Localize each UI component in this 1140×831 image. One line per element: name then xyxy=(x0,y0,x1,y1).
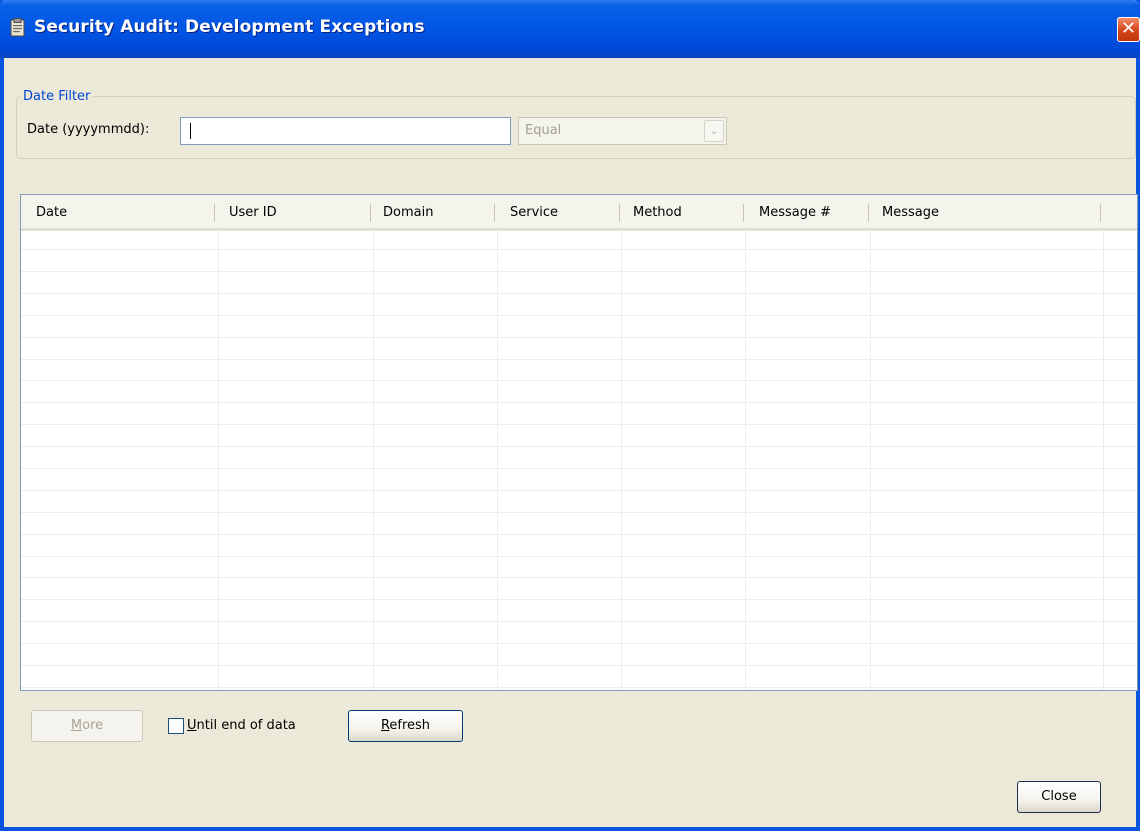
grid-row-line xyxy=(21,621,1137,622)
exceptions-table[interactable]: Date User ID Domain Service Method Messa… xyxy=(20,194,1138,691)
column-header-message-number[interactable]: Message # xyxy=(759,195,831,228)
grid-row-line xyxy=(21,249,1137,250)
operator-select[interactable]: Equal ⌄ xyxy=(518,117,727,145)
grid-row-line xyxy=(21,380,1137,381)
date-filter-legend: Date Filter xyxy=(20,89,94,105)
column-header-message[interactable]: Message xyxy=(882,195,939,228)
close-button[interactable]: Close xyxy=(1017,781,1101,813)
chevron-down-icon[interactable]: ⌄ xyxy=(704,120,724,142)
clipboard-icon xyxy=(10,18,25,37)
column-header-user-id[interactable]: User ID xyxy=(229,195,277,228)
title-bar[interactable]: Security Audit: Development Exceptions ✕ xyxy=(0,0,1140,58)
until-end-checkbox[interactable] xyxy=(168,718,184,734)
grid-row-line xyxy=(21,271,1137,272)
grid-row-line xyxy=(21,556,1137,557)
column-separator[interactable] xyxy=(619,204,620,222)
window-title: Security Audit: Development Exceptions xyxy=(34,17,425,37)
grid-row-line xyxy=(21,337,1137,338)
until-end-text: ntil end of data xyxy=(196,718,296,733)
close-window-button[interactable]: ✕ xyxy=(1117,17,1140,42)
column-header-method[interactable]: Method xyxy=(633,195,682,228)
column-separator[interactable] xyxy=(743,204,744,222)
more-mnemonic: M xyxy=(70,718,83,733)
grid-row-line xyxy=(21,534,1137,535)
grid-row-line xyxy=(21,665,1137,666)
grid-row-line xyxy=(21,643,1137,644)
column-separator[interactable] xyxy=(1100,204,1101,222)
until-end-mnemonic: U xyxy=(187,718,197,733)
column-header-service[interactable]: Service xyxy=(510,195,558,228)
until-end-label[interactable]: Until end of data xyxy=(187,717,296,735)
grid-row-line xyxy=(21,424,1137,425)
column-separator[interactable] xyxy=(494,204,495,222)
grid-row-line xyxy=(21,687,1137,688)
text-caret xyxy=(190,123,191,139)
refresh-button[interactable]: Refresh xyxy=(348,710,463,742)
grid-row-line xyxy=(21,359,1137,360)
column-separator[interactable] xyxy=(868,204,869,222)
more-label: ore xyxy=(82,718,104,733)
refresh-label: efresh xyxy=(389,718,431,733)
more-button[interactable]: More xyxy=(31,710,143,742)
grid-row-line xyxy=(21,446,1137,447)
grid-row-line xyxy=(21,577,1137,578)
operator-select-value: Equal xyxy=(525,123,562,138)
grid-row-line xyxy=(21,599,1137,600)
date-input[interactable] xyxy=(180,117,511,145)
column-header-domain[interactable]: Domain xyxy=(383,195,433,228)
column-separator[interactable] xyxy=(214,204,215,222)
dialog-window: Security Audit: Development Exceptions ✕… xyxy=(0,0,1140,831)
grid-row-line xyxy=(21,512,1137,513)
column-separator[interactable] xyxy=(370,204,371,222)
grid-row-line xyxy=(21,293,1137,294)
grid-row-line xyxy=(21,315,1137,316)
grid-row-line xyxy=(21,490,1137,491)
table-header: Date User ID Domain Service Method Messa… xyxy=(21,195,1137,231)
grid-row-line xyxy=(21,402,1137,403)
date-label: Date (yyyymmdd): xyxy=(27,122,150,137)
column-header-date[interactable]: Date xyxy=(36,195,67,228)
grid-row-line xyxy=(21,468,1137,469)
